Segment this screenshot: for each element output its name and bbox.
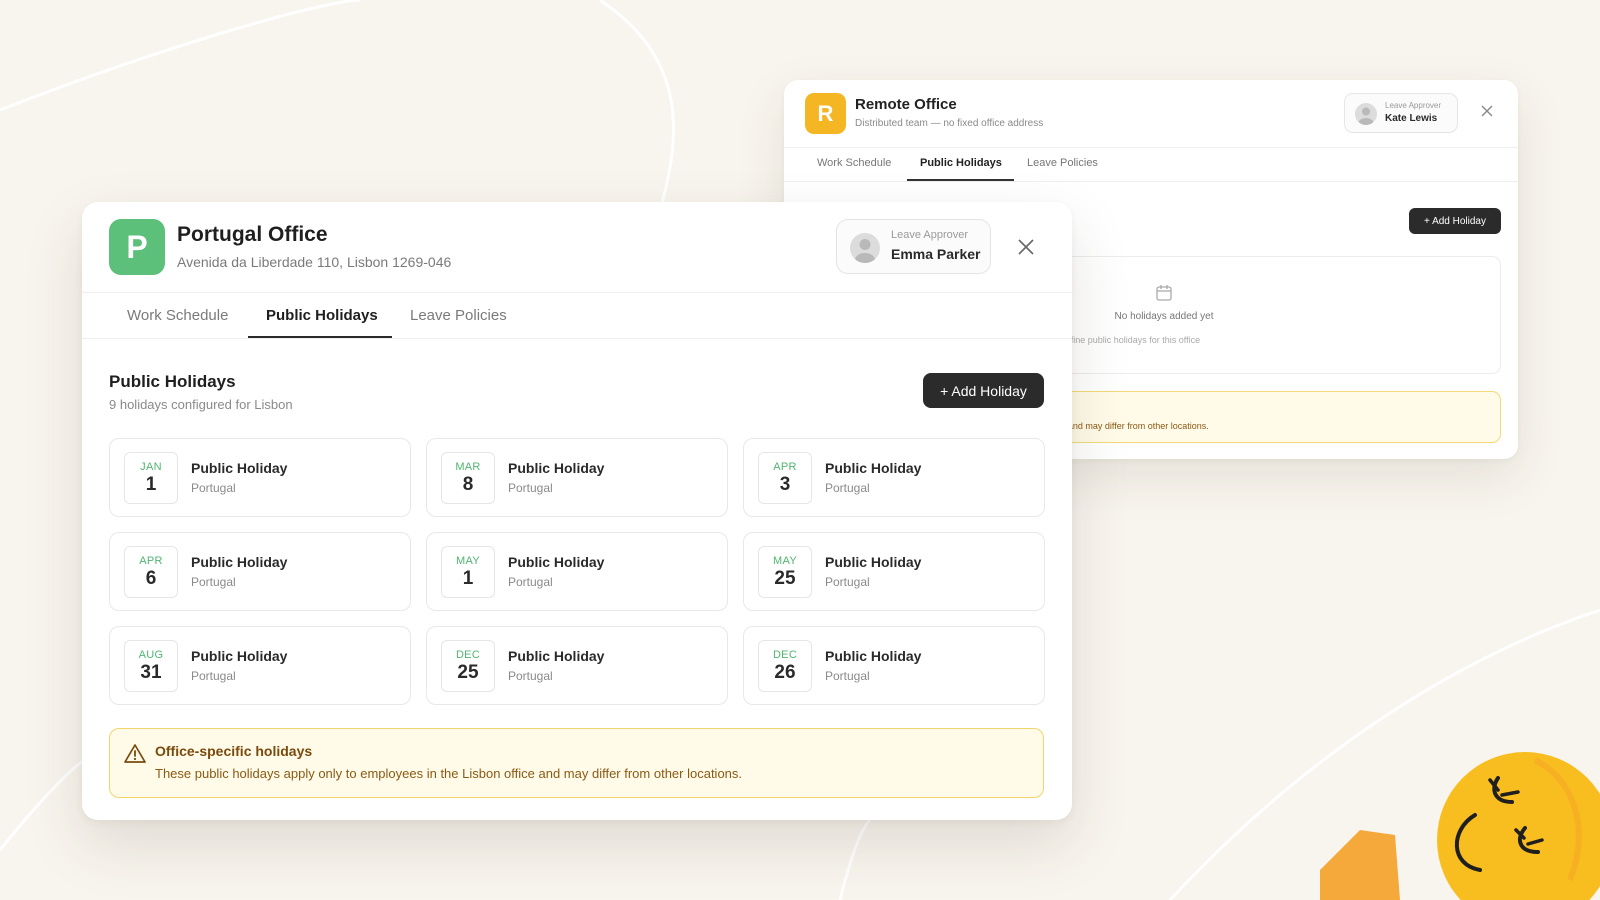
add-holiday-button[interactable]: + Add Holiday [1409,208,1501,234]
holiday-country: Portugal [508,481,553,495]
holiday-day: 25 [457,662,479,683]
holiday-card[interactable]: APR 3 Public Holiday Portugal [743,438,1045,517]
office-specific-notice: Office-specific holidays These public ho… [109,728,1044,798]
date-badge: MAR 8 [441,452,495,504]
holiday-country: Portugal [191,575,236,589]
holiday-day: 26 [774,662,796,683]
holiday-month: MAY [456,555,480,567]
holiday-month: APR [773,461,797,473]
portugal-office-tabs: Work Schedule Public Holidays Leave Poli… [82,293,1072,339]
date-badge: APR 6 [124,546,178,598]
leave-approver-card[interactable]: Leave Approver Emma Parker [836,219,991,274]
holiday-card[interactable]: MAR 8 Public Holiday Portugal [426,438,728,517]
holiday-day: 25 [774,568,796,589]
holiday-month: MAR [455,461,481,473]
office-address: Avenida da Liberdade 110, Lisbon 1269-04… [177,254,452,270]
holiday-card[interactable]: AUG 31 Public Holiday Portugal [109,626,411,705]
holiday-day: 6 [145,568,157,589]
leave-approver-label: Leave Approver [1385,101,1442,110]
holiday-card[interactable]: DEC 26 Public Holiday Portugal [743,626,1045,705]
holiday-name: Public Holiday [191,648,288,664]
holiday-day: 8 [462,474,474,495]
leave-approver-name: Emma Parker [891,246,981,262]
holiday-card[interactable]: JAN 1 Public Holiday Portugal [109,438,411,517]
holiday-country: Portugal [191,481,236,495]
portugal-office-panel: P Portugal Office Avenida da Liberdade 1… [82,202,1072,820]
tab-public-holidays[interactable]: Public Holidays [266,307,378,324]
holiday-card[interactable]: DEC 25 Public Holiday Portugal [426,626,728,705]
holiday-month: DEC [455,649,481,661]
active-tab-indicator [248,336,392,338]
holiday-name: Public Holiday [508,648,605,664]
empty-state: No holidays added yet Holiday" to define… [1014,256,1501,374]
tab-leave-policies[interactable]: Leave Policies [410,307,507,324]
user-avatar-icon [850,233,880,263]
holiday-card[interactable]: MAY 25 Public Holiday Portugal [743,532,1045,611]
date-badge: AUG 31 [124,640,178,692]
holiday-name: Public Holiday [825,460,922,476]
holiday-name: Public Holiday [508,460,605,476]
close-icon[interactable] [1016,237,1036,257]
notice-title: Office-specific holidays [155,743,313,759]
date-badge: MAY 1 [441,546,495,598]
user-avatar-icon [1355,103,1377,125]
date-badge: JAN 1 [124,452,178,504]
date-badge: DEC 25 [441,640,495,692]
holiday-day: 1 [145,474,157,495]
mascot-illustration [1320,752,1600,900]
holiday-country: Portugal [825,575,870,589]
leave-approver-label: Leave Approver [891,229,969,241]
holiday-country: Portugal [825,669,870,683]
active-tab-indicator [907,179,1014,181]
office-notice: Lisbon office and may differ from other … [1014,391,1501,443]
holiday-country: Portugal [191,669,236,683]
holiday-name: Public Holiday [825,554,922,570]
leave-approver-name: Kate Lewis [1385,113,1438,124]
portugal-office-header: P Portugal Office Avenida da Liberdade 1… [82,202,1072,293]
holiday-day: 31 [140,662,162,683]
remote-office-logo: R [805,93,846,134]
date-badge: DEC 26 [758,640,812,692]
date-badge: MAY 25 [758,546,812,598]
holiday-country: Portugal [508,669,553,683]
holiday-day: 1 [462,568,474,589]
holiday-month: JAN [140,461,162,473]
holiday-card[interactable]: MAY 1 Public Holiday Portugal [426,532,728,611]
holiday-country: Portugal [825,481,870,495]
holiday-month: APR [139,555,163,567]
calendar-icon [1154,283,1174,308]
remote-office-subtitle: Distributed team — no fixed office addre… [855,118,1044,129]
holiday-name: Public Holiday [191,460,288,476]
tab-leave-policies[interactable]: Leave Policies [1027,157,1098,169]
holiday-name: Public Holiday [508,554,605,570]
holiday-name: Public Holiday [191,554,288,570]
date-badge: APR 3 [758,452,812,504]
holiday-day: 3 [779,474,791,495]
leave-approver-card[interactable]: Leave Approver Kate Lewis [1344,93,1458,133]
portugal-office-logo: P [109,219,165,275]
holiday-month: AUG [138,649,164,661]
close-icon[interactable] [1478,104,1496,122]
remote-office-header: R Remote Office Distributed team — no fi… [784,80,1518,148]
section-title: Public Holidays [109,372,236,391]
holiday-country: Portugal [508,575,553,589]
warning-icon [123,742,147,766]
holiday-month: MAY [773,555,797,567]
tab-work-schedule[interactable]: Work Schedule [817,157,891,169]
remote-office-title: Remote Office [855,96,957,113]
add-holiday-button[interactable]: + Add Holiday [923,373,1044,408]
portugal-office-title: Portugal Office [177,223,328,246]
holiday-grid: JAN 1 Public Holiday Portugal MAR 8 Publ… [109,438,1045,705]
tab-work-schedule[interactable]: Work Schedule [127,307,228,324]
holiday-name: Public Holiday [825,648,922,664]
notice-body: These public holidays apply only to empl… [155,766,743,781]
tab-public-holidays[interactable]: Public Holidays [920,157,1002,169]
section-subtitle: 9 holidays configured for Lisbon [109,397,293,412]
holiday-month: DEC [772,649,798,661]
holiday-card[interactable]: APR 6 Public Holiday Portugal [109,532,411,611]
remote-office-tabs: Work Schedule Public Holidays Leave Poli… [784,148,1518,182]
